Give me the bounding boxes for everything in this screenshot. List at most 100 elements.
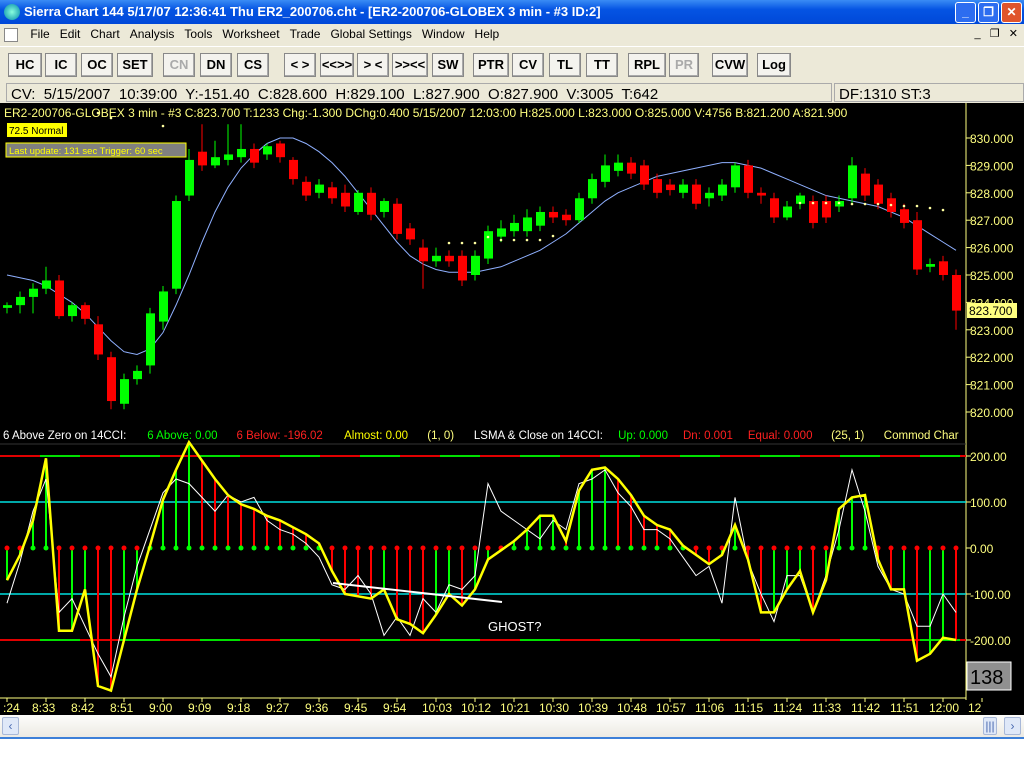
zero-line-dot xyxy=(212,545,218,551)
scroll-left-button[interactable]: ‹ xyxy=(2,717,19,735)
time-tick-label: 10:30 xyxy=(539,701,569,715)
zero-line-dot xyxy=(524,545,530,551)
price-tick-label: 820.000 xyxy=(970,406,1014,420)
toolbar-button-oc[interactable]: OC xyxy=(81,53,113,77)
candle-down xyxy=(198,151,207,166)
menu-analysis[interactable]: Analysis xyxy=(125,24,180,44)
candle-down xyxy=(367,192,376,215)
horizontal-scrollbar[interactable]: ‹ ||| › xyxy=(0,715,1024,737)
menu-worksheet[interactable]: Worksheet xyxy=(217,24,284,44)
zero-line-dot xyxy=(43,545,49,551)
zero-line-dot xyxy=(433,545,439,551)
menu-file[interactable]: File xyxy=(25,24,54,44)
signal-dot xyxy=(161,124,165,128)
toolbar-button-[interactable]: > < xyxy=(357,53,389,77)
zero-line-dot xyxy=(797,545,803,551)
minimize-button[interactable]: _ xyxy=(955,2,976,23)
toolbar-button-dn[interactable]: DN xyxy=(200,53,232,77)
cci-tick-label: 0.00 xyxy=(970,542,994,556)
candle-up xyxy=(575,198,584,221)
candle-up xyxy=(601,165,610,182)
toolbar-button-cn[interactable]: CN xyxy=(163,53,195,77)
candle-down xyxy=(874,184,883,204)
time-tick-label: 9:00 xyxy=(149,701,173,715)
empty-panel xyxy=(0,737,1024,768)
candle-down xyxy=(757,192,766,196)
menu-edit[interactable]: Edit xyxy=(55,24,86,44)
mdi-controls[interactable]: _ ❐ ✕ xyxy=(974,24,1018,44)
time-tick-label: 10:48 xyxy=(617,701,647,715)
candle-down xyxy=(770,198,779,218)
menu-chart[interactable]: Chart xyxy=(85,24,124,44)
signal-dot xyxy=(551,234,555,238)
signal-dot xyxy=(915,204,919,208)
menu-tools[interactable]: Tools xyxy=(179,24,217,44)
candle-down xyxy=(328,187,337,199)
toolbar-button-ptr[interactable]: PTR xyxy=(473,53,509,77)
candle-up xyxy=(679,184,688,193)
candle-up xyxy=(237,148,246,158)
zero-line-dot xyxy=(134,545,140,551)
candle-down xyxy=(458,255,467,281)
toolbar-button-pr[interactable]: PR xyxy=(669,53,699,77)
close-button[interactable]: ✕ xyxy=(1001,2,1022,23)
candle-down xyxy=(939,261,948,275)
zero-line-dot xyxy=(225,545,231,551)
zero-line-dot xyxy=(810,545,816,551)
toolbar-button-rpl[interactable]: RPL xyxy=(628,53,666,77)
toolbar-button-log[interactable]: Log xyxy=(757,53,791,77)
toolbar-button-cv[interactable]: CV xyxy=(512,53,544,77)
candle-down xyxy=(406,228,415,240)
menu-help[interactable]: Help xyxy=(470,24,505,44)
toolbar-button-cvw[interactable]: CVW xyxy=(712,53,748,77)
toolbar-button-ic[interactable]: IC xyxy=(45,53,77,77)
time-tick-label: 11:42 xyxy=(851,701,880,715)
toolbar-button-hc[interactable]: HC xyxy=(8,53,42,77)
zero-line-dot xyxy=(290,545,296,551)
time-tick-label: 11:15 xyxy=(734,701,763,715)
scroll-thumb[interactable]: ||| xyxy=(983,717,997,735)
menu-bar: File Edit Chart Analysis Tools Worksheet Trade… xyxy=(0,24,1024,44)
chart-area[interactable]: ER2-200706-GLOBEX 3 min - #3 C:823.700 T… xyxy=(0,103,1024,715)
candle-up xyxy=(731,165,740,188)
toolbar-button-set[interactable]: SET xyxy=(117,53,153,77)
toolbar-button-[interactable]: >><< xyxy=(392,53,428,77)
candle-up xyxy=(510,222,519,232)
candle-up xyxy=(185,159,194,196)
menu-global-settings[interactable]: Global Settings xyxy=(325,24,416,44)
indicator-header-item: Up: 0.000 xyxy=(618,430,668,442)
zero-line-dot xyxy=(953,545,959,551)
indicator-header-item: 6 Above: 0.00 xyxy=(147,430,217,442)
maximize-button[interactable]: ❐ xyxy=(978,2,999,23)
scroll-right-button[interactable]: › xyxy=(1004,717,1021,735)
price-tick-label: 829.000 xyxy=(970,159,1014,173)
menu-window[interactable]: Window xyxy=(417,24,470,44)
zero-line-dot xyxy=(602,545,608,551)
zero-line-dot xyxy=(667,545,673,551)
price-tick-label: 823.000 xyxy=(970,324,1014,338)
indicator-header-item: Almost: 0.00 xyxy=(344,430,408,442)
toolbar-button-sw[interactable]: SW xyxy=(432,53,464,77)
toolbar-button-[interactable]: < > xyxy=(284,53,316,77)
candle-down xyxy=(666,184,675,191)
time-tick-label: 11:33 xyxy=(812,701,841,715)
indicator-header-item: Commod Char xyxy=(884,430,959,442)
toolbar-button-[interactable]: <<>> xyxy=(320,53,354,77)
time-tick-label: 11:51 xyxy=(890,701,919,715)
toolbar-button-tt[interactable]: TT xyxy=(586,53,618,77)
candle-down xyxy=(94,324,103,355)
menu-trade[interactable]: Trade xyxy=(285,24,326,44)
signal-dot xyxy=(109,116,113,120)
zero-line-dot xyxy=(238,545,244,551)
title-bar: Sierra Chart 144 5/17/07 12:36:41 Thu ER… xyxy=(0,0,1024,24)
candle-up xyxy=(315,184,324,193)
indicator-header-item: Equal: 0.000 xyxy=(748,430,813,442)
signal-dot xyxy=(525,238,529,242)
signal-dot xyxy=(486,235,490,239)
zero-line-dot xyxy=(485,545,491,551)
toolbar-button-tl[interactable]: TL xyxy=(549,53,581,77)
indicator-header-item: (25, 1) xyxy=(831,430,864,442)
price-tick-label: 826.000 xyxy=(970,242,1014,256)
price-tick-label: 827.000 xyxy=(970,214,1014,228)
toolbar-button-cs[interactable]: CS xyxy=(237,53,269,77)
